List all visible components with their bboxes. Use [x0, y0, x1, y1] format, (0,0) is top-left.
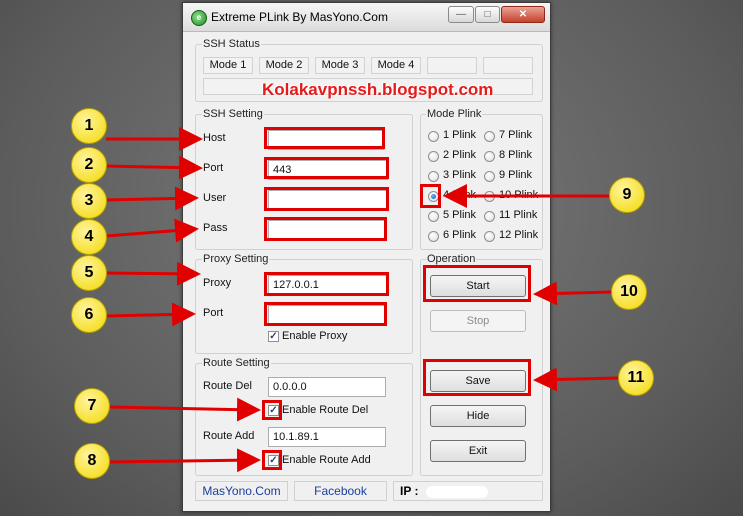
callout-4: 4	[71, 219, 107, 255]
callout-10: 10	[611, 274, 647, 310]
callout-6: 6	[71, 297, 107, 333]
callout-5: 5	[71, 255, 107, 291]
callout-9: 9	[609, 177, 645, 213]
arrow-3	[105, 186, 199, 211]
callout-3: 3	[71, 183, 107, 219]
callout-8: 8	[74, 443, 110, 479]
arrow-6	[105, 302, 196, 327]
arrow-2	[105, 155, 203, 180]
arrow-10	[533, 281, 612, 306]
arrow-7	[109, 397, 261, 422]
arrow-5	[105, 261, 201, 286]
callout-11: 11	[618, 360, 654, 396]
callout-2: 2	[71, 147, 107, 183]
arrow-8	[109, 448, 261, 473]
callout-1: 1	[71, 108, 107, 144]
arrow-11	[533, 367, 619, 392]
callout-7: 7	[74, 388, 110, 424]
callout-arrows	[105, 127, 619, 473]
arrow-4	[105, 218, 199, 243]
